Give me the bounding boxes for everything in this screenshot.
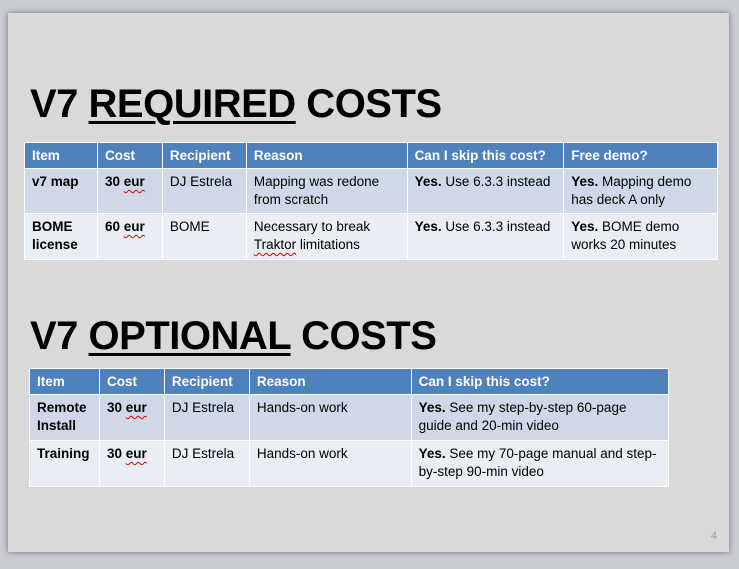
table-row: BOME license 60 eur BOME Necessary to br… xyxy=(24,213,718,260)
header-item: Item xyxy=(29,368,100,395)
cell-demo: Yes. Mapping demo has deck A only xyxy=(563,168,718,214)
header-skip: Can I skip this cost? xyxy=(406,142,565,169)
cell-skip: Yes. See my step-by-step 60-page guide a… xyxy=(410,394,670,441)
cell-item: BOME license xyxy=(24,213,98,260)
header-item: Item xyxy=(24,142,98,169)
table-header: Item Cost Recipient Reason Can I skip th… xyxy=(24,142,718,169)
header-reason: Reason xyxy=(245,142,408,169)
header-recipient: Recipient xyxy=(161,142,247,169)
cell-recipient: DJ Estrela xyxy=(163,440,250,487)
required-costs-table: Item Cost Recipient Reason Can I skip th… xyxy=(24,142,718,260)
cell-demo: Yes. BOME demo works 20 minutes xyxy=(563,213,718,260)
cell-recipient: DJ Estrela xyxy=(163,394,250,441)
required-costs-title: V7 REQUIRED COSTS xyxy=(30,82,442,126)
cell-reason: Necessary to break Traktor limitations xyxy=(245,213,408,260)
header-reason: Reason xyxy=(248,368,412,395)
optional-costs-title: V7 OPTIONAL COSTS xyxy=(30,314,437,358)
page-number: 4 xyxy=(710,530,717,542)
header-cost: Cost xyxy=(98,368,165,395)
optional-costs-table: Item Cost Recipient Reason Can I skip th… xyxy=(29,368,670,487)
header-recipient: Recipient xyxy=(163,368,250,395)
cell-skip: Yes. Use 6.3.3 instead xyxy=(406,168,565,214)
cell-reason: Mapping was redone from scratch xyxy=(245,168,408,214)
cell-cost: 60 eur xyxy=(96,213,163,260)
table-row: Remote Install 30 eur DJ Estrela Hands-o… xyxy=(29,394,670,441)
table-row: Training 30 eur DJ Estrela Hands-on work… xyxy=(29,440,670,487)
cell-cost: 30 eur xyxy=(96,168,163,214)
table-header: Item Cost Recipient Reason Can I skip th… xyxy=(29,368,670,395)
cell-recipient: DJ Estrela xyxy=(161,168,247,214)
cell-item: Remote Install xyxy=(29,394,100,441)
table-row: v7 map 30 eur DJ Estrela Mapping was red… xyxy=(24,168,718,214)
cell-skip: Yes. See my 70-page manual and step-by-s… xyxy=(410,440,670,487)
header-demo: Free demo? xyxy=(563,142,718,169)
cell-skip: Yes. Use 6.3.3 instead xyxy=(406,213,565,260)
slide: V7 REQUIRED COSTS Item Cost Recipient Re… xyxy=(8,13,729,552)
cell-recipient: BOME xyxy=(161,213,247,260)
cell-reason: Hands-on work xyxy=(248,394,412,441)
cell-cost: 30 eur xyxy=(98,394,165,441)
cell-item: Training xyxy=(29,440,100,487)
cell-reason: Hands-on work xyxy=(248,440,412,487)
cell-cost: 30 eur xyxy=(98,440,165,487)
cell-item: v7 map xyxy=(24,168,98,214)
header-cost: Cost xyxy=(96,142,163,169)
header-skip: Can I skip this cost? xyxy=(410,368,670,395)
